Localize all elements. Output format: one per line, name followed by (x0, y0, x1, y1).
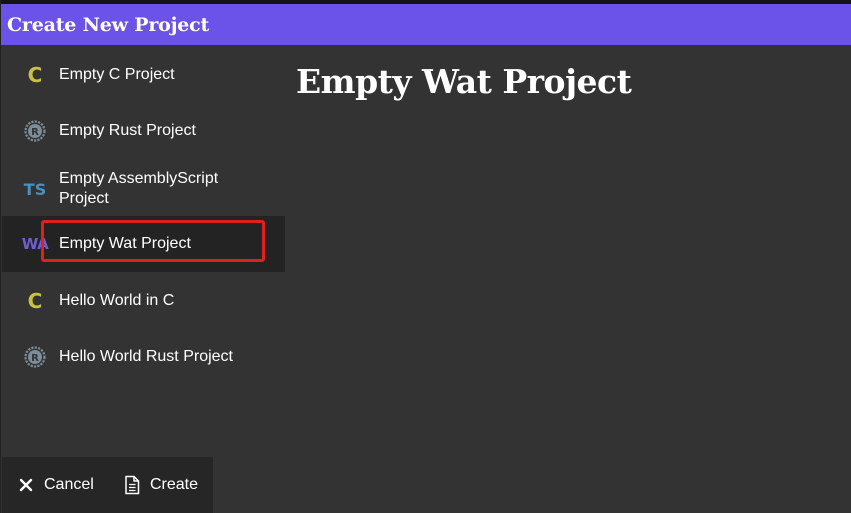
template-label: Empty C Project (59, 66, 175, 83)
project-template-list: C Empty C Project R Empty Rust Project T… (2, 45, 285, 513)
create-button[interactable]: Create (122, 475, 198, 495)
svg-text:R: R (31, 353, 39, 364)
svg-text:R: R (31, 127, 39, 138)
template-label: Hello World in C (59, 292, 175, 309)
template-label: Empty Rust Project (59, 122, 196, 139)
rust-icon: R (22, 118, 48, 144)
dialog-footer: Cancel Create (2, 457, 213, 513)
template-label: Hello World Rust Project (59, 348, 233, 365)
cancel-button[interactable]: Cancel (16, 475, 94, 495)
c-icon: C (27, 63, 43, 87)
template-item-empty-rust[interactable]: R Empty Rust Project (2, 111, 285, 151)
template-preview-title: Empty Wat Project (296, 62, 632, 101)
c-icon: C (27, 289, 43, 313)
template-item-empty-assemblyscript[interactable]: TS Empty AssemblyScript Project (2, 167, 285, 211)
template-item-hello-world-rust[interactable]: R Hello World Rust Project (2, 337, 285, 377)
document-icon (122, 475, 142, 495)
template-item-empty-c[interactable]: C Empty C Project (2, 55, 285, 95)
dialog-title: Create New Project (7, 13, 210, 36)
rust-icon: R (22, 344, 48, 370)
create-project-dialog: Create New Project C Empty C Project R E… (0, 0, 851, 513)
close-icon (16, 475, 36, 495)
cancel-label: Cancel (44, 476, 94, 493)
template-item-empty-wat[interactable]: WA Empty Wat Project (2, 216, 285, 272)
typescript-icon: TS (23, 179, 47, 199)
template-item-hello-world-c[interactable]: C Hello World in C (2, 281, 285, 321)
dialog-titlebar: Create New Project (1, 4, 851, 45)
create-label: Create (150, 476, 199, 493)
template-label: Empty AssemblyScript Project (59, 170, 219, 207)
wasm-icon: WA (21, 235, 49, 253)
template-label: Empty Wat Project (59, 235, 191, 252)
